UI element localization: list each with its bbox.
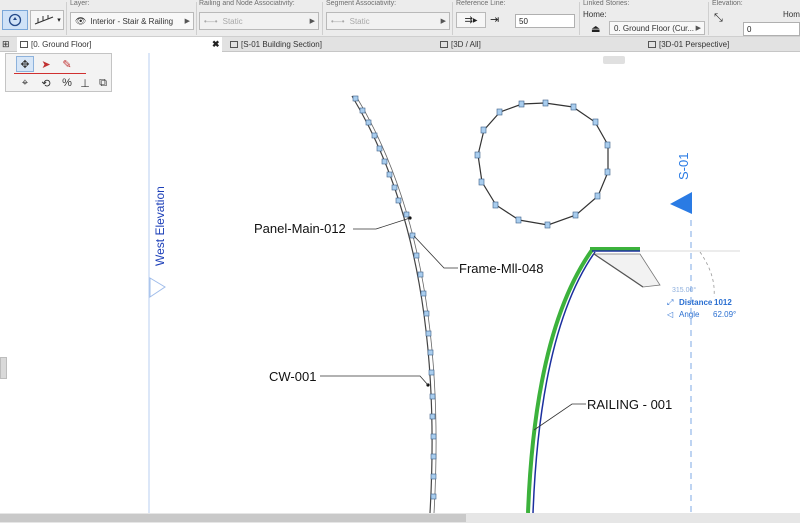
railing-label[interactable]: RAILING - 001 bbox=[587, 397, 672, 412]
percent-icon: % bbox=[62, 77, 72, 89]
curtain-wall-line[interactable] bbox=[351, 95, 433, 514]
tracker-distance-value: 1012 bbox=[714, 298, 732, 307]
drawing-canvas[interactable]: West Elevation S-01 315.00° Panel-Main-0… bbox=[0, 0, 800, 523]
tracker-angle-label: Angle bbox=[679, 310, 700, 319]
percent-button[interactable]: % bbox=[58, 75, 76, 91]
frame-leader-line bbox=[413, 235, 458, 269]
panel-leader-line bbox=[353, 217, 411, 230]
arrow-pointer-icon: ➤ bbox=[41, 58, 51, 71]
active-tool-underline bbox=[14, 73, 86, 74]
move-icon: ✥ bbox=[20, 58, 30, 71]
copy-icon: ⧉ bbox=[99, 76, 107, 89]
horizontal-scrollbar[interactable] bbox=[0, 513, 800, 523]
draw-tool-button[interactable]: ✎ bbox=[58, 56, 76, 72]
frame-label[interactable]: Frame-Mll-048 bbox=[459, 261, 544, 276]
scrollbar-thumb[interactable] bbox=[0, 514, 466, 522]
curtain-wall-line-inner bbox=[355, 95, 437, 514]
tracker-angle-value: 62.09° bbox=[713, 310, 736, 319]
section-marker[interactable] bbox=[670, 192, 692, 214]
node-move-button[interactable]: ⌖ bbox=[16, 75, 34, 91]
coordinate-tracker: ⤢ Distance 1012 ◁ Angle 62.09° bbox=[666, 298, 736, 319]
copy-button[interactable]: ⧉ bbox=[94, 75, 112, 91]
cw-leader-line bbox=[320, 375, 429, 386]
tracker-triangle bbox=[592, 253, 661, 288]
railing-path[interactable] bbox=[526, 248, 594, 514]
tracker-distance-label: Distance bbox=[679, 298, 713, 307]
circular-wall-panels bbox=[474, 99, 611, 229]
west-elevation-label: West Elevation bbox=[153, 186, 167, 266]
rotate-icon: ⟲ bbox=[41, 77, 51, 90]
node-move-icon: ⌖ bbox=[21, 76, 29, 89]
edit-palette: ✥ ➤ ✎ ⌖ ⟲ % ⊥ ⧉ bbox=[5, 53, 112, 92]
rotate-button[interactable]: ⟲ bbox=[37, 75, 55, 91]
elevation-button[interactable]: ⊥ bbox=[76, 75, 94, 91]
drag-tool-button[interactable]: ➤ bbox=[37, 56, 55, 72]
panel-label[interactable]: Panel-Main-012 bbox=[254, 221, 346, 236]
angle-icon: ◁ bbox=[667, 310, 674, 319]
palette-drag-handle[interactable] bbox=[603, 56, 625, 64]
elevation-marker[interactable] bbox=[149, 277, 166, 298]
section-marker-label: S-01 bbox=[676, 153, 691, 180]
elevation-tool-icon: ⊥ bbox=[80, 77, 90, 90]
curtain-wall-panels bbox=[352, 95, 437, 500]
move-tool-button[interactable]: ✥ bbox=[16, 56, 34, 72]
angle-arc bbox=[699, 251, 715, 298]
distance-icon: ⤢ bbox=[666, 298, 673, 307]
pencil-icon: ✎ bbox=[62, 58, 72, 71]
side-panel-handle[interactable] bbox=[0, 357, 7, 379]
curtain-wall-label[interactable]: CW-001 bbox=[269, 369, 316, 384]
tracker-angle-hint: 315.00° bbox=[672, 286, 696, 294]
